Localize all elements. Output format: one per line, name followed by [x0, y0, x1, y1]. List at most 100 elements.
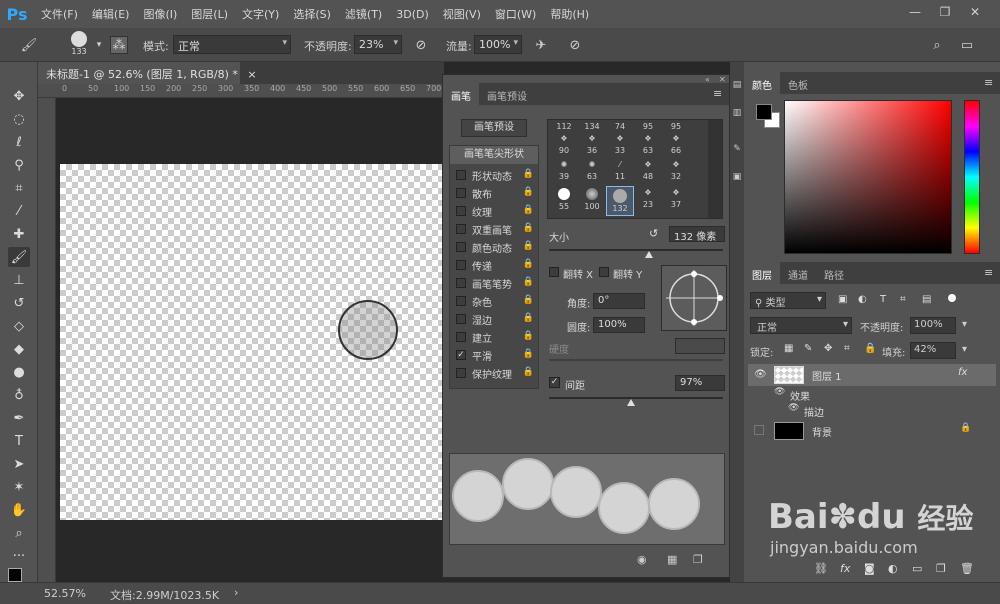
filter-pixel-icon[interactable]: ▣	[838, 294, 847, 305]
brush-tip[interactable]: ❖ 66	[664, 134, 688, 158]
close-icon[interactable]: ×	[247, 68, 256, 81]
checkbox[interactable]	[456, 368, 466, 378]
menu-3d[interactable]: 3D(D)	[389, 8, 436, 21]
pressure-opacity-icon[interactable]: ⊘	[412, 36, 430, 54]
lock-icon[interactable]: 🔒	[523, 367, 534, 377]
zoom-readout[interactable]: 52.57%	[44, 587, 86, 600]
checkbox[interactable]	[456, 278, 466, 288]
layer-row-layer-1[interactable]: 👁 图层 1 fx	[748, 364, 996, 386]
flip-x-checkbox[interactable]	[549, 267, 559, 277]
brush-tip[interactable]: 112	[552, 122, 576, 131]
dodge-tool-icon[interactable]: ♁	[8, 385, 30, 405]
checkbox[interactable]	[456, 170, 466, 180]
toggle-live-tip-icon[interactable]: ◉	[637, 553, 647, 566]
tab-brush[interactable]: 画笔	[443, 83, 479, 105]
menu-filter[interactable]: 滤镜(T)	[338, 6, 389, 22]
brush-tip[interactable]: ✺ 39	[552, 160, 576, 184]
lock-icon[interactable]: 🔒	[523, 205, 534, 215]
checkbox[interactable]	[456, 314, 466, 324]
angle-input[interactable]: 0°	[593, 293, 645, 309]
option-color-dynamics[interactable]: 颜色动态 🔒	[450, 238, 538, 256]
search-icon[interactable]: ⌕	[928, 36, 946, 54]
chevron-right-icon[interactable]: ›	[234, 586, 238, 599]
checkbox[interactable]	[456, 332, 466, 342]
checkbox[interactable]	[456, 224, 466, 234]
option-shape-dynamics[interactable]: 形状动态 🔒	[450, 166, 538, 184]
zoom-tool-icon[interactable]: ⌕	[8, 523, 30, 543]
panel-menu-icon[interactable]: ≡	[984, 266, 993, 279]
brush-tip[interactable]: ❖ 37	[664, 188, 688, 216]
pen-tool-icon[interactable]: ✒	[8, 408, 30, 428]
menu-layer[interactable]: 图层(L)	[184, 6, 235, 22]
new-brush-icon[interactable]: ❐	[693, 553, 703, 566]
tab-brush-presets[interactable]: 画笔预设	[479, 83, 535, 105]
delete-layer-icon[interactable]: 🗑	[960, 562, 974, 575]
brush-tip-selected[interactable]: 132	[606, 186, 634, 216]
shape-tool-icon[interactable]: ✶	[8, 477, 30, 497]
filter-type-icon[interactable]: T	[880, 294, 886, 305]
hand-tool-icon[interactable]: ✋	[8, 500, 30, 520]
eye-icon[interactable]: 👁	[774, 387, 785, 397]
lock-icon[interactable]: 🔒	[523, 277, 534, 287]
filter-shape-icon[interactable]: ⌗	[900, 294, 906, 305]
add-style-icon[interactable]: fx	[840, 562, 850, 575]
brush-tool-icon[interactable]: 🖌	[20, 36, 38, 54]
lock-icon[interactable]: 🔒	[523, 295, 534, 305]
menu-edit[interactable]: 编辑(E)	[85, 6, 137, 22]
type-tool-icon[interactable]: T	[8, 431, 30, 451]
menu-file[interactable]: 文件(F)	[34, 6, 85, 22]
brush-tip[interactable]: 74	[608, 122, 632, 131]
brush-tip[interactable]: ❖ 32	[664, 160, 688, 184]
tab-channels[interactable]: 通道	[780, 262, 816, 284]
brush-tip-shape-item[interactable]: 画笔笔尖形状	[450, 146, 538, 164]
lock-icon[interactable]: 🔒	[523, 241, 534, 251]
filter-toggle-icon[interactable]	[948, 294, 956, 302]
lock-icon[interactable]: 🔒	[523, 349, 534, 359]
brush-tip[interactable]: ❖ 33	[608, 134, 632, 158]
blend-mode-select[interactable]: 正常 ▾	[750, 317, 852, 334]
airbrush-icon[interactable]: ✈	[532, 36, 550, 54]
properties-icon[interactable]: ▥	[731, 108, 743, 122]
move-tool-icon[interactable]: ✥	[8, 86, 30, 106]
brush-tip[interactable]: 134	[580, 122, 604, 131]
brush-tool-icon[interactable]: 🖌	[8, 247, 30, 267]
layer-row-background[interactable]: 背景 🔒	[748, 420, 996, 442]
brush-icon[interactable]: ✎	[731, 144, 743, 158]
visibility-toggle[interactable]	[754, 425, 764, 435]
blur-tool-icon[interactable]: ●	[8, 362, 30, 382]
preset-manager-icon[interactable]: ▦	[667, 553, 677, 566]
menu-window[interactable]: 窗口(W)	[488, 6, 543, 22]
lock-icon[interactable]: 🔒	[523, 331, 534, 341]
brush-tip[interactable]: 100	[580, 188, 604, 216]
option-protect-texture[interactable]: 保护纹理 🔒	[450, 364, 538, 382]
tab-layers[interactable]: 图层	[744, 262, 780, 284]
quick-select-tool-icon[interactable]: ⚲	[8, 155, 30, 175]
flow-input[interactable]: 100% ▾	[474, 35, 522, 54]
minimize-button[interactable]: —	[902, 3, 928, 21]
menu-view[interactable]: 视图(V)	[436, 6, 488, 22]
transparent-document[interactable]	[60, 164, 444, 520]
crop-tool-icon[interactable]: ⌗	[8, 178, 30, 198]
stamp-tool-icon[interactable]: ⊥	[8, 270, 30, 290]
lock-artboard-icon[interactable]: ⌗	[844, 343, 850, 354]
size-input[interactable]: 132 像素	[669, 226, 725, 243]
brush-tip[interactable]: ❖ 63	[636, 134, 660, 158]
spacing-slider[interactable]	[549, 397, 723, 399]
history-icon[interactable]: ▤	[731, 80, 743, 94]
lock-icon[interactable]: 🔒	[523, 313, 534, 323]
size-slider-thumb[interactable]	[645, 251, 653, 258]
brush-tip[interactable]: ✺ 63	[580, 160, 604, 184]
chevron-down-icon[interactable]: ▾	[90, 36, 108, 54]
foreground-color-swatch[interactable]	[8, 568, 22, 582]
opacity-input[interactable]: 23% ▾	[354, 35, 402, 54]
brush-tip[interactable]: ❖ 23	[636, 188, 660, 216]
tab-paths[interactable]: 路径	[816, 262, 852, 284]
option-dual-brush[interactable]: 双重画笔 🔒	[450, 220, 538, 238]
lock-all-icon[interactable]: 🔒	[864, 343, 876, 354]
layer-effects-row[interactable]: 👁 效果	[748, 386, 996, 403]
eyedropper-tool-icon[interactable]: ⁄	[8, 201, 30, 221]
option-noise[interactable]: 杂色 🔒	[450, 292, 538, 310]
add-mask-icon[interactable]: ◙	[864, 562, 875, 575]
close-button[interactable]: ✕	[962, 3, 988, 21]
filter-adjustment-icon[interactable]: ◐	[858, 294, 867, 305]
